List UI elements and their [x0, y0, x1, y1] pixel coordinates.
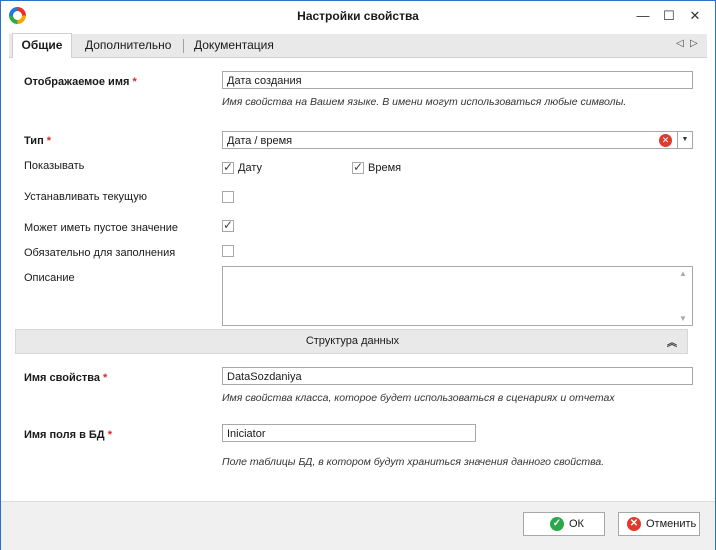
clear-icon[interactable]: ✕	[659, 134, 672, 147]
property-name-hint: Имя свойства класса, которое будет испол…	[222, 392, 615, 404]
required-mark: *	[103, 372, 108, 384]
tab-additional[interactable]: Дополнительно	[85, 34, 171, 57]
scroll-up-icon[interactable]: ▲	[679, 269, 687, 278]
can-be-empty-checkbox[interactable]	[222, 218, 234, 232]
display-name-label: Отображаемое имя *	[24, 76, 137, 88]
tab-next-icon[interactable]: ▷	[690, 38, 698, 49]
description-label: Описание	[24, 272, 75, 284]
show-date-checkbox[interactable]	[222, 160, 234, 174]
type-select-value: Дата / время	[227, 135, 293, 147]
tab-bar: Общие Дополнительно Документация ◁ ▷	[9, 33, 707, 58]
cancel-button[interactable]: ✕ Отменить	[618, 512, 700, 536]
minimize-icon[interactable]: —	[632, 6, 654, 26]
display-name-hint: Имя свойства на Вашем языке. В имени мог…	[222, 96, 627, 108]
ok-button[interactable]: ✓ ОК	[523, 512, 605, 536]
show-date-label: Дату	[238, 162, 262, 174]
display-name-input[interactable]: Дата создания	[222, 71, 693, 89]
show-time-checkbox[interactable]	[352, 160, 364, 174]
tab-separator	[183, 39, 184, 53]
db-field-label-text: Имя поля в БД	[24, 429, 105, 441]
db-field-label: Имя поля в БД *	[24, 429, 112, 441]
property-settings-window: Настройки свойства — ☐ ✕ Общие Дополните…	[0, 0, 716, 550]
general-tab-panel: Отображаемое имя * Дата создания Имя сво…	[9, 58, 707, 501]
ok-button-label: ОК	[569, 518, 584, 530]
type-select[interactable]: Дата / время ✕ ▼	[222, 131, 693, 149]
type-label: Тип *	[24, 135, 51, 147]
data-structure-section-header[interactable]: Структура данных ︽	[15, 329, 688, 354]
property-name-label: Имя свойства *	[24, 372, 107, 384]
tab-prev-icon[interactable]: ◁	[676, 38, 684, 49]
maximize-icon[interactable]: ☐	[658, 6, 680, 26]
display-name-label-text: Отображаемое имя	[24, 76, 130, 88]
show-time-label: Время	[368, 162, 402, 174]
required-field-label: Обязательно для заполнения	[24, 247, 176, 259]
property-name-label-text: Имя свойства	[24, 372, 100, 384]
title-bar[interactable]: Настройки свойства — ☐ ✕	[1, 1, 715, 31]
chevron-down-icon[interactable]: ▼	[677, 131, 692, 149]
can-be-empty-label: Может иметь пустое значение	[24, 222, 178, 234]
required-mark: *	[46, 135, 52, 147]
tab-general[interactable]: Общие	[12, 33, 72, 58]
scroll-down-icon[interactable]: ▼	[679, 314, 687, 323]
required-mark: *	[132, 76, 137, 88]
db-field-input[interactable]: Iniciator	[222, 424, 476, 442]
check-icon: ✓	[550, 517, 564, 531]
required-mark: *	[107, 429, 112, 441]
property-name-input[interactable]: DataSozdaniya	[222, 367, 693, 385]
db-field-hint: Поле таблицы БД, в котором будут хранить…	[222, 456, 605, 468]
window-title: Настройки свойства	[297, 9, 419, 23]
show-label: Показывать	[24, 160, 85, 172]
tab-documentation[interactable]: Документация	[194, 34, 274, 57]
required-field-checkbox[interactable]	[222, 245, 234, 257]
cancel-button-label: Отменить	[646, 518, 697, 530]
collapse-icon[interactable]: ︽	[667, 334, 677, 349]
type-label-text: Тип	[24, 135, 44, 147]
set-current-checkbox[interactable]	[222, 191, 234, 203]
description-textarea[interactable]: ▲ ▼	[222, 266, 693, 326]
dialog-footer: ✓ ОК ✕ Отменить	[1, 501, 715, 550]
set-current-label: Устанавливать текущую	[24, 191, 147, 203]
data-structure-title: Структура данных	[305, 335, 400, 347]
cancel-icon: ✕	[627, 517, 641, 531]
close-icon[interactable]: ✕	[684, 6, 706, 26]
